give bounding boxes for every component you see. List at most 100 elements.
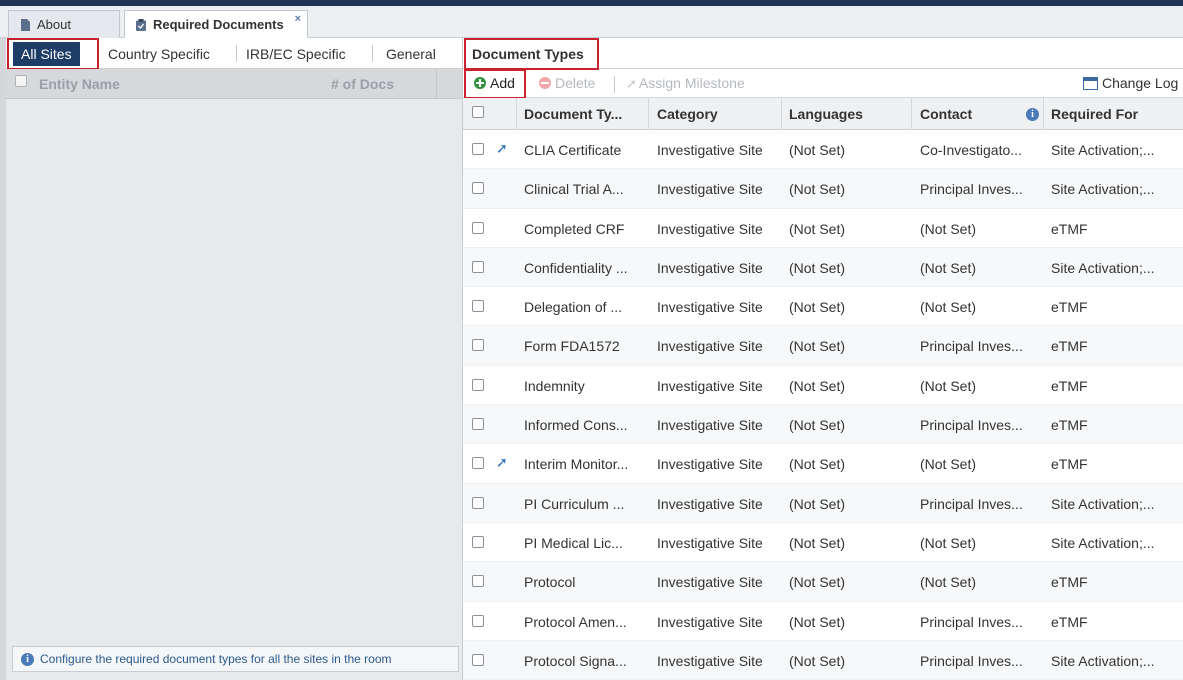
entity-table-header: Entity Name # of Docs [6,69,462,99]
column-contact[interactable]: Contact [920,106,972,122]
column-document-type[interactable]: Document Ty... [524,106,622,122]
select-all-checkbox[interactable] [15,75,27,87]
change-log-button[interactable]: Change Log [1083,75,1178,91]
tab-document-types[interactable]: Document Types [472,46,584,62]
cell-contact: Co-Investigato... [920,142,1022,158]
change-log-label: Change Log [1102,75,1179,91]
tab-about[interactable]: About [8,10,120,38]
table-row[interactable]: Informed Cons... Investigative Site (Not S… [463,405,1183,445]
tab-required-documents-label: Required Documents [153,17,284,32]
cell-contact: (Not Set) [920,377,977,394]
cell-contact: (Not Set) [920,574,977,591]
column-languages[interactable]: Languages [789,106,863,122]
table-row[interactable]: PI Medical Lic... Investigative Site (Not … [463,523,1183,563]
cell-languages: (Not Set) [789,181,846,198]
column-entity-name[interactable]: Entity Name [39,76,120,92]
cell-required-for: Site Activation;... [1051,652,1155,669]
cell-document-type: PI Curriculum ... [524,495,625,512]
cell-document-type: Completed CRF [524,220,625,237]
cell-document-type: Protocol Signa... [524,652,627,669]
info-icon[interactable]: i [1026,108,1039,121]
right-pane: Document Types Add Delete ➚ Assign Milest… [462,38,1183,680]
cell-category: Investigative Site [657,181,763,198]
tab-irb-ec-specific[interactable]: IRB/EC Specific [246,42,346,66]
table-row[interactable]: Form FDA1572 Investigative Site (Not Set) P… [463,326,1183,366]
tab-required-documents[interactable]: Required Documents × [124,10,308,39]
grid-body: ➚ CLIA Certificate Investigative Site (Not … [463,130,1183,680]
cell-document-type: Protocol [524,574,576,591]
cell-category: Investigative Site [657,220,763,237]
row-checkbox[interactable] [472,378,484,391]
row-checkbox[interactable] [472,300,484,313]
table-row[interactable]: Indemnity Investigative Site (Not Set) (Not… [463,366,1183,406]
tab-general[interactable]: General [386,42,436,66]
table-row[interactable]: Completed CRF Investigative Site (Not Set)… [463,209,1183,248]
cell-category: Investigative Site [657,299,763,316]
tab-country-specific[interactable]: Country Specific [108,42,210,66]
column-divider [911,98,912,130]
table-row[interactable]: Confidentiality ... Investigative Site (No… [463,247,1183,288]
left-pane: All Sites Country Specific IRB/EC Specif… [0,38,462,680]
table-row[interactable]: PI Curriculum ... Investigative Site (Not … [463,483,1183,523]
cell-required-for: Site Activation;... [1051,259,1155,276]
cell-languages: (Not Set) [789,652,846,669]
cell-languages: (Not Set) [789,574,846,591]
cell-languages: (Not Set) [789,259,846,276]
row-checkbox[interactable] [472,182,484,195]
column-doc-count[interactable]: # of Docs [331,76,394,92]
milestone-icon: ➚ [496,454,508,471]
table-row[interactable]: Protocol Amen... Investigative Site (Not S… [463,602,1183,641]
site-scope-tabs: All Sites Country Specific IRB/EC Specif… [6,38,462,69]
cell-languages: (Not Set) [789,417,846,434]
cell-languages: (Not Set) [789,142,846,158]
delete-icon [539,77,551,89]
row-checkbox[interactable] [472,575,484,588]
row-checkbox[interactable] [472,339,484,352]
row-checkbox[interactable] [472,260,484,273]
tab-separator [236,45,237,62]
column-category[interactable]: Category [657,106,718,122]
row-checkbox[interactable] [472,221,484,234]
table-row[interactable]: Protocol Signa... Investigative Site (Not … [463,640,1183,680]
row-checkbox[interactable] [472,653,484,666]
cell-required-for: eTMF [1051,417,1088,434]
cell-category: Investigative Site [657,417,763,434]
column-required-for[interactable]: Required For [1051,106,1138,122]
cell-category: Investigative Site [657,574,763,591]
cell-document-type: Delegation of ... [524,299,623,316]
delete-button[interactable]: Delete [539,75,595,91]
cell-contact: (Not Set) [920,534,977,551]
assign-milestone-button[interactable]: ➚ Assign Milestone [626,75,745,92]
cell-contact: Principal Inves... [920,613,1023,630]
cell-languages: (Not Set) [789,220,846,237]
select-all-checkbox[interactable] [472,106,484,118]
column-divider [781,98,782,130]
cell-document-type: CLIA Certificate [524,142,622,158]
tab-all-sites[interactable]: All Sites [13,42,80,66]
table-row[interactable]: Clinical Trial A... Investigative Site (No… [463,169,1183,209]
row-checkbox[interactable] [472,418,484,431]
document-types-tabbar: Document Types [463,38,1183,69]
cell-required-for: Site Activation;... [1051,181,1155,198]
cell-languages: (Not Set) [789,299,846,316]
document-types-grid: Document Ty... Category Languages Contac… [463,98,1183,680]
table-row[interactable]: Delegation of ... Investigative Site (Not … [463,287,1183,327]
table-row[interactable]: ➚ Interim Monitor... Investigative Site (No… [463,444,1183,484]
table-row[interactable]: Protocol Investigative Site (Not Set) (Not … [463,562,1183,602]
cell-category: Investigative Site [657,495,763,512]
document-icon [21,19,30,31]
row-checkbox[interactable] [472,143,484,155]
row-checkbox[interactable] [472,496,484,509]
cell-languages: (Not Set) [789,338,846,355]
row-checkbox[interactable] [472,614,484,627]
row-checkbox[interactable] [472,535,484,548]
table-row[interactable]: ➚ CLIA Certificate Investigative Site (Not … [463,130,1183,170]
cell-category: Investigative Site [657,613,763,630]
add-button[interactable]: Add [474,75,515,91]
close-icon[interactable]: × [295,13,301,25]
cell-contact: (Not Set) [920,259,977,276]
tab-strip: About Required Documents × [0,6,1183,39]
row-checkbox[interactable] [472,457,484,470]
cell-document-type: Interim Monitor... [524,456,629,473]
cell-contact: Principal Inves... [920,652,1023,669]
